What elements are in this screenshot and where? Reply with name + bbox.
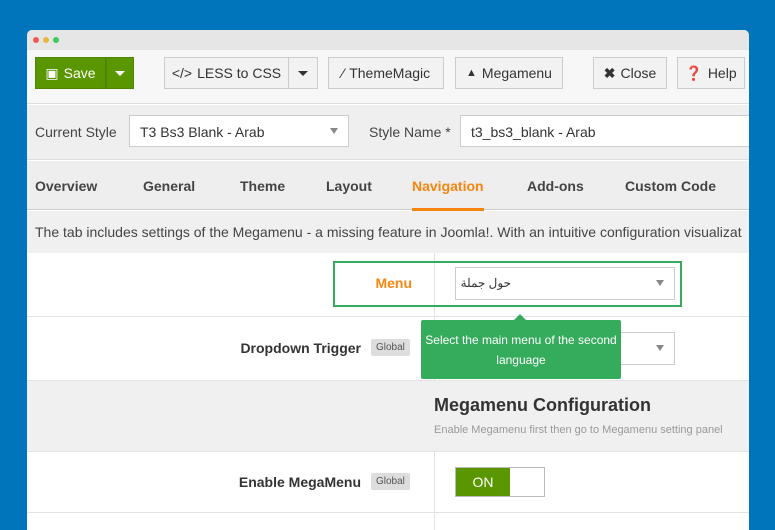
next-row: [27, 513, 749, 530]
section-subtitle: Enable Megamenu first then go to Megamen…: [434, 424, 723, 436]
current-style-label: Current Style: [35, 124, 117, 140]
section-title: Megamenu Configuration: [434, 395, 651, 415]
help-label: Help: [707, 65, 737, 81]
save-label: Save: [63, 65, 96, 81]
toolbar: ▣ Save </> LESS to CSS ⁄ ThemeMagic ▲ Megame…: [27, 50, 749, 104]
app-window: ▣ Save </> LESS to CSS ⁄ ThemeMagic ▲ Megame…: [27, 30, 749, 530]
tab-add-ons[interactable]: Add-ons: [527, 178, 584, 194]
magic-wand-icon: ⁄: [341, 65, 345, 81]
less-label: LESS to CSS: [197, 65, 282, 81]
minimize-window-dot[interactable]: [43, 37, 49, 43]
help-button[interactable]: ❓ Help: [677, 57, 745, 89]
question-circle-icon: ❓: [685, 64, 703, 81]
style-name-label: Style Name *: [369, 124, 451, 140]
toggle-on: ON: [456, 468, 510, 496]
current-style-select[interactable]: T3 Bs3 Blank - Arab: [129, 115, 349, 147]
caret-down-icon: [298, 70, 308, 76]
close-window-dot[interactable]: [33, 37, 39, 43]
save-button[interactable]: ▣ Save: [35, 57, 106, 89]
tab-navigation[interactable]: Navigation: [412, 178, 484, 212]
caret-down-icon: [115, 70, 125, 76]
enable-megamenu-label: Enable MegaMenu: [238, 474, 361, 490]
maximize-window-dot[interactable]: [53, 37, 59, 43]
close-button[interactable]: ✖ Close: [593, 57, 667, 89]
tab-theme[interactable]: Theme: [240, 178, 285, 194]
caret-down-icon: [330, 128, 338, 134]
megamenu-label: Megamenu: [481, 65, 552, 81]
caret-down-icon: [656, 280, 664, 286]
save-dropdown-button[interactable]: [106, 57, 134, 89]
style-name-input[interactable]: t3_bs3_blank - Arab: [460, 115, 749, 147]
column-divider: [434, 513, 435, 530]
code-icon: </>: [171, 65, 193, 81]
thememagic-button[interactable]: ⁄ ThemeMagic: [328, 57, 444, 89]
sitemap-icon: ▲: [466, 67, 477, 79]
enable-megamenu-row: Enable MegaMenu Global ON: [27, 452, 749, 513]
global-badge: Global: [371, 339, 410, 356]
close-label: Close: [620, 65, 657, 81]
menu-row: Menu حول جملة: [27, 253, 749, 317]
megamenu-button[interactable]: ▲ Megamenu: [455, 57, 563, 89]
column-divider: [434, 452, 435, 512]
style-name-value: t3_bs3_blank - Arab: [471, 124, 596, 140]
menu-tooltip: Select the main menu of the second langu…: [421, 314, 621, 379]
thememagic-label: ThemeMagic: [349, 65, 431, 81]
menu-select[interactable]: حول جملة: [455, 267, 675, 300]
x-icon: ✖: [603, 64, 616, 81]
global-badge: Global: [371, 473, 410, 490]
less-to-css-button[interactable]: </> LESS to CSS: [164, 57, 289, 89]
tab-general[interactable]: General: [143, 178, 195, 194]
tab-bar: Overview General Theme Layout Navigation…: [27, 161, 749, 212]
menu-label: Menu: [375, 275, 412, 291]
tab-custom-code[interactable]: Custom Code: [625, 178, 716, 194]
tab-layout[interactable]: Layout: [326, 178, 372, 194]
megamenu-config-section: Megamenu Configuration Enable Megamenu f…: [27, 381, 749, 452]
title-bar: [27, 30, 749, 50]
tab-overview[interactable]: Overview: [35, 178, 97, 194]
enable-megamenu-toggle[interactable]: ON: [455, 467, 545, 497]
current-style-value: T3 Bs3 Blank - Arab: [140, 124, 265, 140]
style-row: Current Style T3 Bs3 Blank - Arab Style …: [27, 105, 749, 160]
menu-value: حول جملة: [460, 276, 511, 290]
caret-down-icon: [656, 345, 664, 351]
less-dropdown-button[interactable]: [288, 57, 318, 89]
dropdown-trigger-row: Dropdown Trigger Global: [27, 317, 749, 381]
tab-description: The tab includes settings of the Megamen…: [27, 211, 749, 253]
dropdown-trigger-label: Dropdown Trigger: [240, 340, 361, 356]
floppy-icon: ▣: [45, 64, 59, 81]
